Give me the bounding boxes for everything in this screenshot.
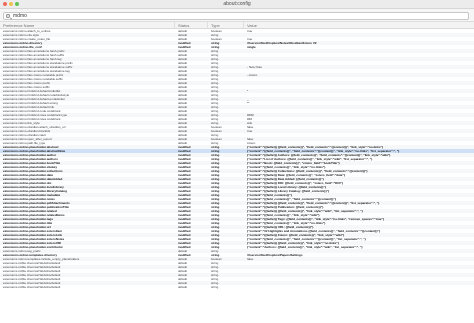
search-value: mdmo [13, 13, 27, 19]
preferences-table: extensions.mdmo.attach_to_entries default… [0, 29, 474, 323]
column-header-value[interactable]: Value [244, 22, 474, 29]
pref-name-cell: extensions.zotfile.chemical.Webobs/defau… [3, 285, 61, 289]
about-config-window: about:config mdmo Preference Name Status… [0, 0, 474, 323]
column-header-name[interactable]: Preference Name [0, 22, 175, 29]
pref-status-cell: default [178, 285, 188, 289]
column-header: Preference Name Status Type Value [0, 22, 474, 29]
pref-value-cell [244, 285, 474, 289]
table-row[interactable]: extensions.zotfile.chemical.Webobs/defau… [0, 285, 474, 289]
column-header-status[interactable]: Status [175, 22, 208, 29]
column-header-type[interactable]: Type [208, 22, 244, 29]
pref-type-cell: string [211, 285, 219, 289]
search-icon [6, 14, 10, 18]
search-toolbar: mdmo [0, 9, 474, 22]
window-title: about:config [223, 1, 251, 7]
search-input[interactable]: mdmo [3, 12, 469, 20]
title-bar: about:config [0, 0, 474, 9]
